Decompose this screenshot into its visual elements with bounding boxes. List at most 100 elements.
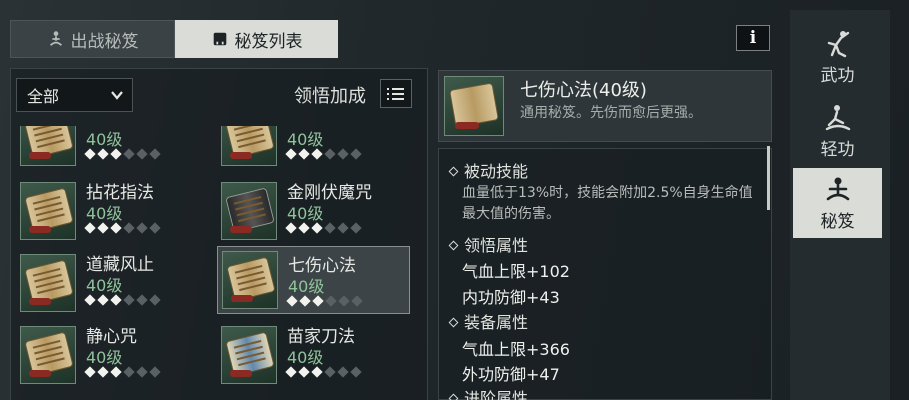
star-diamond [298, 222, 310, 234]
comprehend-attr-header: 领悟属性 [448, 232, 528, 256]
diamond-bullet-icon [448, 393, 459, 400]
manual-card[interactable]: 静心咒 40级 [16, 322, 209, 390]
equip-attr-line: 气血上限+366 [462, 340, 570, 359]
category-filter-dropdown[interactable]: 全部 [16, 78, 133, 112]
manual-thumbnail [221, 182, 277, 240]
tab-label: 出战秘笈 [70, 31, 139, 52]
manual-level: 40级 [86, 204, 123, 223]
star-rating [84, 148, 161, 160]
manual-level: 40级 [287, 348, 324, 367]
star-diamond [350, 222, 362, 234]
manual-level: 40级 [86, 276, 123, 295]
star-diamond [136, 222, 148, 234]
manual-card[interactable]: 40级 [16, 126, 209, 172]
chevron-down-icon [111, 91, 123, 100]
comprehend-attr-line: 气血上限+102 [462, 262, 570, 281]
star-rating [84, 366, 161, 378]
manual-level: 40级 [288, 277, 325, 296]
star-diamond [298, 148, 310, 160]
star-diamond [324, 148, 336, 160]
star-diamond [149, 148, 161, 160]
star-diamond [123, 294, 135, 306]
star-diamond [97, 222, 109, 234]
star-diamond [285, 222, 297, 234]
diamond-bullet-icon [448, 317, 459, 328]
nav-martial-arts[interactable]: 武功 [793, 22, 882, 92]
manual-card[interactable]: 40级 [217, 126, 410, 172]
manual-thumbnail [221, 326, 277, 384]
star-rating [286, 295, 363, 307]
detail-subtitle: 通用秘笈。先伤而愈后更强。 [520, 105, 702, 121]
manual-card[interactable]: 拈花指法 40级 [16, 178, 209, 246]
diamond-bullet-icon [448, 240, 459, 251]
star-diamond [298, 366, 310, 378]
star-diamond [324, 366, 336, 378]
manual-card[interactable]: 金刚伏魔咒 40级 [217, 178, 410, 246]
star-diamond [149, 366, 161, 378]
detail-thumbnail [444, 76, 504, 136]
tab-manual-list[interactable]: 秘笈列表 [175, 20, 338, 58]
info-button[interactable]: i [736, 25, 770, 51]
star-diamond [285, 148, 297, 160]
tab-label: 秘笈列表 [234, 31, 303, 52]
passive-skill-header: 被动技能 [448, 158, 528, 182]
lightfoot-icon [825, 104, 850, 130]
star-diamond [337, 148, 349, 160]
star-diamond [123, 222, 135, 234]
star-diamond [299, 295, 311, 307]
list-view-button[interactable] [380, 79, 412, 108]
manual-card[interactable]: 苗家刀法 40级 [217, 322, 410, 390]
star-diamond [285, 366, 297, 378]
meditate-icon [826, 177, 849, 200]
passive-skill-description: 血量低于13%时，技能会附加2.5%自身生命值最大值的伤害。 [462, 185, 753, 222]
manual-card-selected[interactable]: 七伤心法 40级 [217, 246, 410, 314]
manual-level: 40级 [287, 130, 324, 149]
star-diamond [350, 148, 362, 160]
star-rating [285, 222, 362, 234]
star-diamond [149, 222, 161, 234]
star-diamond [311, 148, 323, 160]
star-diamond [123, 366, 135, 378]
star-diamond [97, 294, 109, 306]
manual-level: 40级 [86, 348, 123, 367]
manual-card[interactable]: 道藏风止 40级 [16, 250, 209, 318]
star-diamond [110, 148, 122, 160]
star-rating [84, 222, 161, 234]
manual-level: 40级 [86, 130, 123, 149]
comprehend-attr-line: 内功防御+43 [462, 288, 560, 307]
tab-deployed-manuals[interactable]: 出战秘笈 [10, 20, 175, 58]
star-diamond [350, 366, 362, 378]
list-icon [387, 87, 404, 90]
detail-scrollbar[interactable] [767, 146, 770, 210]
manual-thumbnail [20, 254, 76, 312]
star-diamond [136, 294, 148, 306]
manual-thumbnail [20, 326, 76, 384]
star-diamond [337, 366, 349, 378]
sort-label: 领悟加成 [294, 86, 366, 107]
star-diamond [136, 148, 148, 160]
manual-level: 40级 [287, 204, 324, 223]
star-diamond [110, 294, 122, 306]
star-diamond [338, 295, 350, 307]
diamond-bullet-icon [448, 166, 459, 177]
star-diamond [97, 148, 109, 160]
star-diamond [84, 148, 96, 160]
star-diamond [136, 366, 148, 378]
star-diamond [325, 295, 337, 307]
star-rating [285, 148, 362, 160]
manual-grid: 40级 40级 拈花指法 40级 金刚伏魔咒 40级 道藏风止 40级 七伤心法… [16, 126, 416, 400]
filter-value: 全部 [27, 87, 60, 106]
nav-label: 秘笈 [820, 211, 855, 232]
star-diamond [110, 222, 122, 234]
star-rating [285, 366, 362, 378]
martial-pose-icon [827, 30, 849, 57]
star-diamond [311, 222, 323, 234]
meditate-icon [49, 31, 62, 46]
equip-attr-header: 装备属性 [448, 309, 528, 333]
star-rating [84, 294, 161, 306]
nav-label: 轻功 [820, 139, 855, 160]
star-diamond [324, 222, 336, 234]
nav-light-skill[interactable]: 轻功 [793, 96, 882, 166]
nav-manuals[interactable]: 秘笈 [793, 168, 882, 238]
star-diamond [84, 294, 96, 306]
